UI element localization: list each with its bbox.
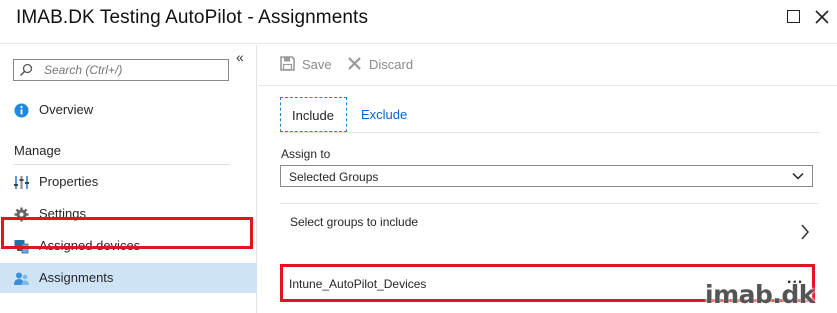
save-label: Save xyxy=(302,57,332,72)
sidebar: « Search (Ctrl+/) Overview Manage Proper… xyxy=(0,45,257,313)
save-button[interactable]: Save xyxy=(280,55,340,75)
chevron-down-icon xyxy=(792,172,804,180)
users-icon xyxy=(14,272,29,285)
sidebar-item-properties[interactable]: Properties xyxy=(0,167,257,197)
collapse-sidebar-button[interactable]: « xyxy=(236,49,244,65)
select-groups-label: Select groups to include xyxy=(290,215,419,229)
discard-button[interactable]: Discard xyxy=(347,55,422,75)
assign-to-select[interactable]: Selected Groups xyxy=(280,165,813,187)
tab-include[interactable]: Include xyxy=(280,97,347,132)
select-groups-row[interactable]: Select groups to include xyxy=(280,203,818,249)
sidebar-item-label: Overview xyxy=(39,102,94,117)
search-icon xyxy=(19,63,33,77)
search-input[interactable]: Search (Ctrl+/) xyxy=(13,59,229,81)
divider xyxy=(14,164,230,165)
chevron-right-icon xyxy=(801,224,809,240)
search-placeholder: Search (Ctrl+/) xyxy=(44,63,123,77)
sidebar-item-label: Properties xyxy=(39,174,99,189)
info-icon xyxy=(14,103,29,118)
section-label-manage: Manage xyxy=(14,143,61,158)
sidebar-item-assignments[interactable]: Assignments xyxy=(0,263,257,293)
tab-include-label: Include xyxy=(292,108,334,123)
properties-icon xyxy=(14,176,29,189)
page-title: IMAB.DK Testing AutoPilot - Assignments xyxy=(16,7,369,28)
watermark-logo: imab.dk xyxy=(705,280,815,309)
sidebar-item-label: Assignments xyxy=(39,270,114,285)
close-icon[interactable] xyxy=(814,9,830,25)
title-bar: IMAB.DK Testing AutoPilot - Assignments xyxy=(0,0,837,44)
discard-label: Discard xyxy=(369,57,414,72)
discard-icon xyxy=(348,57,361,70)
toolbar-divider xyxy=(258,85,837,86)
highlight-box-assignments xyxy=(1,217,253,249)
group-name: Intune_AutoPilot_Devices xyxy=(289,277,427,291)
tab-exclude[interactable]: Exclude xyxy=(361,107,407,122)
tab-divider xyxy=(280,132,820,133)
assign-to-value: Selected Groups xyxy=(289,170,379,184)
assign-to-label: Assign to xyxy=(281,147,331,161)
maximize-icon[interactable] xyxy=(787,10,800,23)
sidebar-item-overview[interactable]: Overview xyxy=(0,95,257,125)
save-icon xyxy=(280,56,295,71)
